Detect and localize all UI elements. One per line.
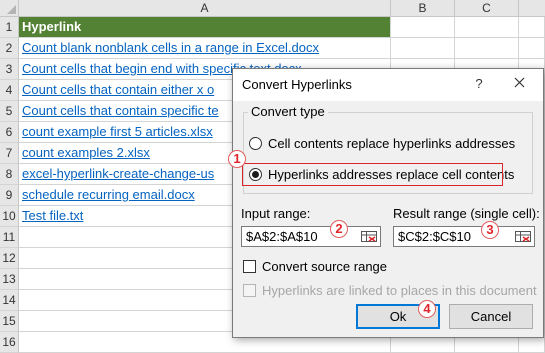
cell-d1[interactable] xyxy=(519,17,545,38)
cancel-button[interactable]: Cancel xyxy=(449,304,533,329)
row-header-8[interactable]: 8 xyxy=(0,164,19,185)
convert-source-range-option[interactable]: Convert source range xyxy=(243,257,387,275)
cell-a2[interactable]: Count blank nonblank cells in a range in… xyxy=(19,38,391,59)
row-header-12[interactable]: 12 xyxy=(0,248,19,269)
row-header-16[interactable]: 16 xyxy=(0,332,19,353)
radio-cell-contents-replace[interactable] xyxy=(249,136,262,150)
column-header-c[interactable]: C xyxy=(455,0,519,17)
step-marker-4: 4 xyxy=(418,300,436,318)
selected-option-highlight xyxy=(242,163,503,186)
linked-places-option: Hyperlinks are linked to places in this … xyxy=(243,281,537,299)
input-range-label: Input range: xyxy=(241,206,311,221)
cell-c2[interactable] xyxy=(455,38,519,59)
cell-b1[interactable] xyxy=(391,17,455,38)
row-header-1[interactable]: 1 xyxy=(0,17,19,38)
range-select-icon[interactable] xyxy=(359,228,379,245)
convert-source-range-label: Convert source range xyxy=(262,258,388,274)
range-select-icon[interactable] xyxy=(513,228,533,245)
row-header-2[interactable]: 2 xyxy=(0,38,19,59)
column-header-d[interactable] xyxy=(519,0,545,17)
input-range-value: $A$2:$A$10 xyxy=(246,229,318,244)
help-button[interactable]: ? xyxy=(469,74,489,94)
row-header-13[interactable]: 13 xyxy=(0,269,19,290)
column-header-a[interactable]: A xyxy=(19,0,391,17)
row-header-5[interactable]: 5 xyxy=(0,101,19,122)
linked-places-checkbox xyxy=(243,283,256,297)
row-header-11[interactable]: 11 xyxy=(0,227,19,248)
step-marker-3: 3 xyxy=(481,221,499,239)
cell-b2[interactable] xyxy=(391,38,455,59)
step-marker-2: 2 xyxy=(330,220,348,238)
option-cell-contents-replace[interactable]: Cell contents replace hyperlinks address… xyxy=(249,133,515,153)
convert-type-legend: Convert type xyxy=(248,104,328,119)
option-1-label: Cell contents replace hyperlinks address… xyxy=(268,135,516,151)
row-header-15[interactable]: 15 xyxy=(0,311,19,332)
result-range-field[interactable]: $C$2:$C$10 xyxy=(393,226,535,247)
input-range-field[interactable]: $A$2:$A$10 xyxy=(241,226,381,247)
result-range-value: $C$2:$C$10 xyxy=(398,229,471,244)
header-cell-a1[interactable]: Hyperlink xyxy=(19,17,391,38)
row-header-4[interactable]: 4 xyxy=(0,80,19,101)
column-header-b[interactable]: B xyxy=(391,0,455,17)
row-header-3[interactable]: 3 xyxy=(0,59,19,80)
row-header-6[interactable]: 6 xyxy=(0,122,19,143)
cell-d2[interactable] xyxy=(519,38,545,59)
select-all-corner[interactable] xyxy=(0,0,19,17)
result-range-label: Result range (single cell): xyxy=(393,206,540,221)
row-header-9[interactable]: 9 xyxy=(0,185,19,206)
dialog-title: Convert Hyperlinks xyxy=(242,77,352,92)
dialog-titlebar[interactable]: Convert Hyperlinks ? xyxy=(233,69,543,101)
linked-places-label: Hyperlinks are linked to places in this … xyxy=(262,282,537,298)
cell-c1[interactable] xyxy=(455,17,519,38)
row-header-7[interactable]: 7 xyxy=(0,143,19,164)
step-marker-1: 1 xyxy=(228,150,246,168)
convert-source-range-checkbox[interactable] xyxy=(243,259,256,273)
row-header-14[interactable]: 14 xyxy=(0,290,19,311)
close-icon[interactable] xyxy=(507,73,531,95)
row-header-10[interactable]: 10 xyxy=(0,206,19,227)
convert-hyperlinks-dialog: Convert Hyperlinks ? Convert type Cell c… xyxy=(232,68,544,338)
